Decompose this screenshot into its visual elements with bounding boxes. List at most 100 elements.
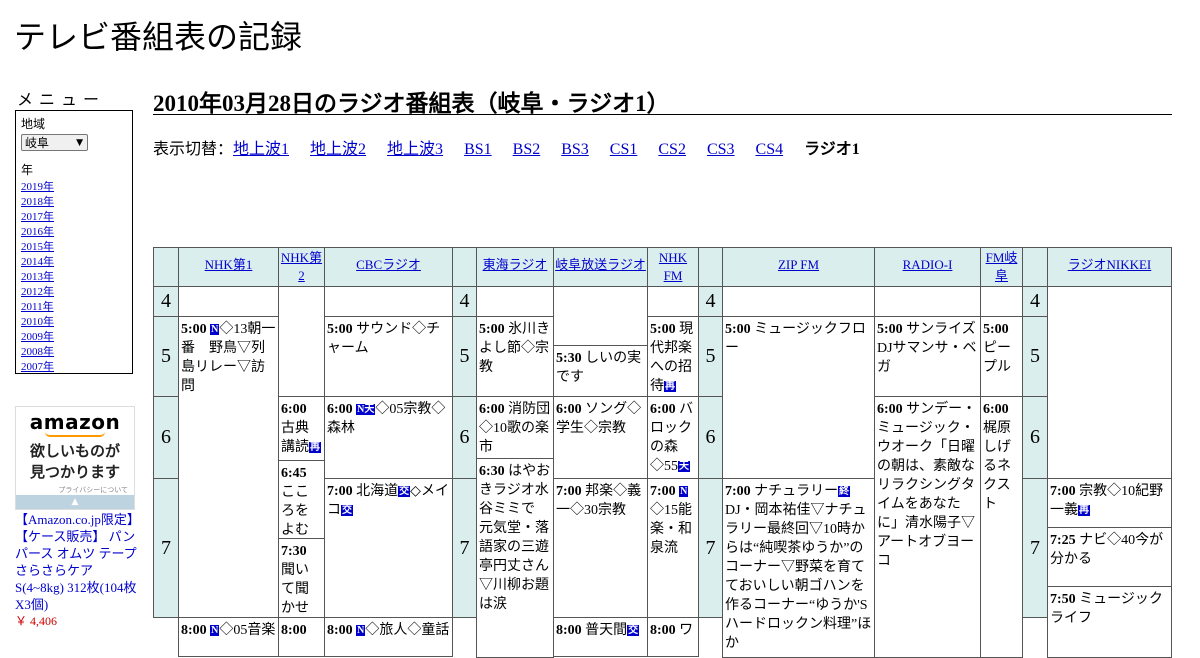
chevron-up-icon[interactable]: ▲ bbox=[16, 495, 134, 509]
program-cell[interactable]: 6:00 消防団◇10歌の楽市 bbox=[476, 396, 554, 459]
switch-terrestrial-2[interactable]: 地上波2 bbox=[310, 141, 366, 158]
program-cell[interactable]: 7:30 聞いて聞かせて再 bbox=[278, 538, 325, 618]
station-link-tokai[interactable]: 東海ラジオ bbox=[483, 257, 548, 272]
year-link-2017[interactable]: 2017年 bbox=[21, 210, 127, 225]
year-link-2011[interactable]: 2011年 bbox=[21, 300, 127, 315]
program-cell[interactable]: 7:00 宗教◇10紀野一義再 bbox=[1047, 478, 1172, 528]
year-link-2019[interactable]: 2019年 bbox=[21, 180, 127, 195]
empty-slot bbox=[324, 286, 453, 317]
region-label: 地域 bbox=[21, 117, 46, 131]
year-link-2016[interactable]: 2016年 bbox=[21, 225, 127, 240]
region-select[interactable]: 岐阜 ▼ bbox=[21, 134, 88, 151]
program-cell[interactable]: 7:00 北海道交◇メイコ交 bbox=[324, 478, 453, 618]
hour-label-4: 4 bbox=[698, 286, 723, 317]
program-cell[interactable]: 6:00 古典講読再 bbox=[278, 396, 325, 461]
menu-box: 地域 岐阜 ▼ 年 2019年 2018年 2017年 2016年 2015年 2… bbox=[15, 110, 133, 374]
program-time: 6:00 bbox=[650, 402, 676, 417]
program-title: 梶原しげるネクスト bbox=[983, 421, 1011, 512]
program-cell[interactable]: 5:00 サウンド◇チャーム bbox=[324, 316, 453, 397]
program-cell[interactable]: 5:00 N◇13朝一番 野鳥▽列島リレー▽訪問 bbox=[178, 316, 279, 618]
amazon-logo: amazon bbox=[29, 410, 121, 434]
station-link-zipfm[interactable]: ZIP FM bbox=[778, 257, 819, 272]
grid-spacer bbox=[698, 247, 723, 287]
ad-product-link[interactable]: 【Amazon.co.jp限定】【ケース販売】 パンパース オムツ テープ さら… bbox=[15, 511, 137, 613]
switch-cs1[interactable]: CS1 bbox=[610, 141, 638, 158]
switch-terrestrial-3[interactable]: 地上波3 bbox=[387, 141, 443, 158]
program-cell[interactable]: 5:00 サンライズDJサマンサ・ベガ bbox=[874, 316, 981, 397]
program-title: ◇15能楽・和泉流 bbox=[650, 503, 692, 556]
station-link-nhkfm[interactable]: NHK FM bbox=[659, 250, 687, 283]
station-link-gifu[interactable]: 岐阜放送ラジオ bbox=[555, 257, 646, 272]
program-cell[interactable]: 8:00 ワ bbox=[647, 617, 699, 657]
year-link-2008[interactable]: 2008年 bbox=[21, 345, 127, 360]
program-cell[interactable]: 5:00 氷川きよし節◇宗教 bbox=[476, 316, 554, 397]
program-cell[interactable]: 7:25 ナビ◇40今が分かる bbox=[1047, 527, 1172, 587]
program-time: 7:00 bbox=[1050, 484, 1076, 499]
ad-privacy-link[interactable]: プライバシーについて bbox=[16, 485, 134, 495]
program-cell[interactable]: 7:50 ミュージックライフ bbox=[1047, 586, 1172, 658]
program-cell[interactable]: 7:00 ナチュラリー終 DJ・岡本祐佳▽ナチュラリー最終回▽10時からは“純喫茶… bbox=[722, 478, 875, 658]
switch-cs2[interactable]: CS2 bbox=[658, 141, 686, 158]
hour-label-5: 5 bbox=[153, 316, 179, 397]
year-link-2014[interactable]: 2014年 bbox=[21, 255, 127, 270]
year-link-2018[interactable]: 2018年 bbox=[21, 195, 127, 210]
station-header: CBCラジオ bbox=[324, 247, 453, 287]
program-time: 7:00 bbox=[556, 484, 582, 499]
region-value: 岐阜 bbox=[25, 136, 50, 150]
year-link-2007[interactable]: 2007年 bbox=[21, 360, 127, 375]
station-link-nikkei[interactable]: ラジオNIKKEI bbox=[1068, 257, 1152, 272]
switch-bs2[interactable]: BS2 bbox=[513, 141, 541, 158]
switch-terrestrial-1[interactable]: 地上波1 bbox=[233, 141, 289, 158]
program-time: 5:00 bbox=[877, 322, 903, 337]
program-cell[interactable]: 5:30 しいの実です bbox=[553, 345, 648, 397]
year-link-2012[interactable]: 2012年 bbox=[21, 285, 127, 300]
program-cell[interactable]: 6:30 はやおきラジオ水谷ミミで 元気堂・落語家の三遊亭円丈さん▽川柳お題は涙 bbox=[476, 458, 554, 658]
program-time: 7:00 bbox=[725, 484, 751, 499]
station-link-fmgifu[interactable]: FM岐阜 bbox=[986, 250, 1018, 283]
empty-slot bbox=[1047, 286, 1172, 479]
station-link-cbc[interactable]: CBCラジオ bbox=[356, 257, 421, 272]
ad-text: 欲しいものが 見つかります bbox=[16, 441, 134, 483]
program-cell[interactable]: 7:00 邦楽◇義一◇30宗教 bbox=[553, 478, 648, 618]
year-link-2013[interactable]: 2013年 bbox=[21, 270, 127, 285]
rerun-badge-icon: 再 bbox=[309, 442, 321, 453]
program-cell[interactable]: 6:00 ソング◇学生◇宗教 bbox=[553, 396, 648, 479]
program-cell[interactable]: 8:00 bbox=[278, 617, 325, 657]
program-time: 7:50 bbox=[1050, 592, 1076, 607]
hour-label-4: 4 bbox=[452, 286, 477, 317]
switch-cs3[interactable]: CS3 bbox=[707, 141, 735, 158]
program-cell[interactable]: 7:00 N ◇15能楽・和泉流 bbox=[647, 478, 699, 618]
program-cell[interactable]: 8:00 普天間交 bbox=[553, 617, 648, 657]
empty-slot bbox=[874, 286, 981, 317]
program-cell[interactable]: 6:45 こころをよむ◇名曲 bbox=[278, 460, 325, 539]
program-cell[interactable]: 6:00 バロックの森◇55天 bbox=[647, 396, 699, 479]
program-cell[interactable]: 8:00 N◇旅人◇童話 bbox=[324, 617, 453, 657]
program-cell[interactable]: 6:00 サンデー・ミュージック・ウオーク「日曜の朝は、素敵なリラクシングタイム… bbox=[874, 396, 981, 658]
station-header: FM岐阜 bbox=[980, 247, 1023, 287]
program-time: 7:30 bbox=[281, 544, 307, 559]
program-cell[interactable]: 5:00 ピープル bbox=[980, 316, 1023, 397]
amazon-ad-banner[interactable]: amazon 欲しいものが 見つかります プライバシーについて ▲ bbox=[15, 406, 135, 510]
switch-bs1[interactable]: BS1 bbox=[464, 141, 492, 158]
station-link-nhk2[interactable]: NHK第2 bbox=[281, 250, 322, 283]
empty-slot bbox=[647, 286, 699, 317]
program-title: 古典講読 bbox=[281, 421, 309, 455]
switch-cs4[interactable]: CS4 bbox=[756, 141, 784, 158]
program-cell[interactable]: 5:00 現代邦楽への招待再 bbox=[647, 316, 699, 397]
station-header: 岐阜放送ラジオ bbox=[553, 247, 648, 287]
program-cell[interactable]: 6:00 N天◇05宗教◇森林 bbox=[324, 396, 453, 479]
year-link-2015[interactable]: 2015年 bbox=[21, 240, 127, 255]
program-title: ◇旅人◇童話 bbox=[365, 623, 450, 638]
empty-slot bbox=[553, 286, 648, 346]
switch-bs3[interactable]: BS3 bbox=[561, 141, 589, 158]
station-header: NHK第2 bbox=[278, 247, 325, 287]
year-link-2010[interactable]: 2010年 bbox=[21, 315, 127, 330]
program-cell[interactable]: 5:00 ミュージックフロー bbox=[722, 316, 875, 479]
station-link-radioi[interactable]: RADIO-I bbox=[903, 257, 953, 272]
program-cell[interactable]: 6:00 梶原しげるネクスト bbox=[980, 396, 1023, 658]
rerun-badge-icon: 再 bbox=[1078, 505, 1090, 516]
program-cell[interactable]: 8:00 N◇05音楽 bbox=[178, 617, 279, 657]
traffic-badge-icon: 交 bbox=[341, 505, 353, 516]
year-link-2009[interactable]: 2009年 bbox=[21, 330, 127, 345]
station-link-nhk1[interactable]: NHK第1 bbox=[205, 257, 253, 272]
